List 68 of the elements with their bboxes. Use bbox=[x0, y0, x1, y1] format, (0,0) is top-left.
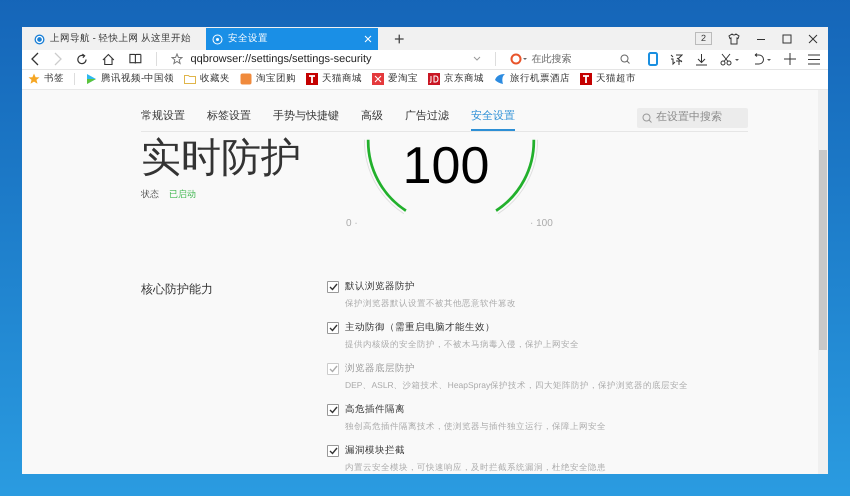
play-icon bbox=[85, 73, 97, 86]
bookmark-item[interactable]: 腾讯视频-中国领 bbox=[85, 72, 174, 86]
skin-icon[interactable] bbox=[728, 32, 740, 44]
letter-t-icon bbox=[580, 73, 592, 86]
search-box[interactable]: 在此搜索 bbox=[510, 52, 630, 67]
search-engine-icon[interactable] bbox=[510, 53, 528, 66]
undo-icon[interactable] bbox=[752, 52, 772, 66]
menu-icon[interactable] bbox=[808, 54, 820, 65]
reload-icon[interactable] bbox=[76, 52, 88, 66]
bookmark-item[interactable]: 天猫商城 bbox=[306, 72, 362, 86]
protection-title: 实时防护 bbox=[141, 135, 302, 182]
status-label: 状态 bbox=[141, 188, 159, 201]
checkbox[interactable] bbox=[327, 404, 339, 416]
bookmark-item[interactable]: 京东商城 bbox=[428, 72, 484, 86]
section-heading: 核心防护能力 bbox=[141, 281, 214, 298]
bookmark-item[interactable]: 天猫超市 bbox=[580, 72, 636, 86]
download-icon[interactable] bbox=[695, 52, 708, 66]
maximize-icon[interactable] bbox=[782, 34, 792, 44]
bookmark-item[interactable]: 旅行机票酒店 bbox=[494, 72, 570, 86]
settings-tab[interactable]: 广告过滤 bbox=[405, 108, 449, 131]
bookmark-item[interactable]: 书签 bbox=[28, 72, 64, 86]
address-field[interactable]: qqbrowser://settings/settings-security bbox=[190, 51, 372, 68]
option-description: 内置云安全模块，可快速响应，及时拦截系统漏洞，杜绝安全隐患 bbox=[345, 461, 607, 474]
search-icon bbox=[642, 112, 652, 122]
scrollbar[interactable] bbox=[818, 90, 828, 474]
compass-icon bbox=[212, 34, 223, 44]
close-icon[interactable] bbox=[808, 34, 818, 44]
book-icon[interactable] bbox=[128, 53, 142, 66]
settings-tab[interactable]: 手势与快捷键 bbox=[273, 108, 339, 131]
bookmark-item[interactable]: 爱淘宝 bbox=[372, 72, 418, 86]
back-icon[interactable] bbox=[30, 52, 40, 66]
option-label: 浏览器底层防护 bbox=[345, 362, 415, 376]
home-icon[interactable] bbox=[102, 52, 115, 66]
translate-icon[interactable] bbox=[670, 52, 684, 66]
checkbox[interactable] bbox=[327, 445, 339, 458]
checkbox[interactable] bbox=[327, 281, 339, 294]
plus-icon[interactable] bbox=[784, 53, 796, 66]
settings-tab[interactable]: 高级 bbox=[361, 108, 383, 131]
option-label: 高危插件隔离 bbox=[345, 403, 405, 417]
letter-t-icon bbox=[306, 73, 318, 86]
score-value: 100 bbox=[402, 136, 490, 196]
bookmark-item[interactable]: 淘宝团购 bbox=[240, 72, 296, 86]
checkbox[interactable] bbox=[327, 322, 339, 334]
tablet-icon[interactable] bbox=[648, 52, 658, 66]
option-label: 漏洞模块拦截 bbox=[345, 444, 405, 458]
status-value: 已启动 bbox=[169, 188, 196, 201]
option-description: DEP、ASLR、沙箱技术、HeapSpray保护技术，四大矩阵防护，保护浏览器的底层安全 bbox=[345, 379, 688, 392]
option-description: 保护浏览器默认设置不被其他恶意软件篡改 bbox=[345, 297, 517, 310]
scissors-icon[interactable] bbox=[720, 52, 740, 66]
dropdown-caret-icon[interactable] bbox=[473, 56, 481, 62]
option-label: 默认浏览器防护 bbox=[345, 280, 415, 294]
window-count-badge[interactable]: 2 bbox=[694, 32, 712, 45]
folder-icon bbox=[184, 73, 196, 86]
option-label: 主动防御（需重启电脑才能生效） bbox=[345, 321, 495, 335]
scrollbar-thumb[interactable] bbox=[819, 150, 827, 350]
option-description: 提供内核级的安全防护，不被木马病毒入侵，保护上网安全 bbox=[345, 338, 580, 351]
star-icon bbox=[28, 73, 40, 86]
new-tab-button[interactable]: + bbox=[390, 28, 409, 50]
option-description: 独创高危插件隔离技术，使浏览器与插件独立运行，保障上网安全 bbox=[345, 420, 607, 433]
star-icon[interactable] bbox=[170, 53, 183, 66]
scale-min-label: 0 · bbox=[346, 217, 358, 231]
scale-max-label: · 100 bbox=[530, 217, 553, 231]
bookmark-item[interactable]: 收藏夹 bbox=[184, 72, 230, 86]
browser-logo-icon bbox=[34, 34, 45, 44]
close-tab-icon[interactable] bbox=[364, 35, 372, 43]
settings-tab[interactable]: 标签设置 bbox=[207, 108, 251, 131]
settings-tab[interactable]: 常规设置 bbox=[141, 108, 185, 131]
search-icon[interactable] bbox=[620, 54, 630, 64]
